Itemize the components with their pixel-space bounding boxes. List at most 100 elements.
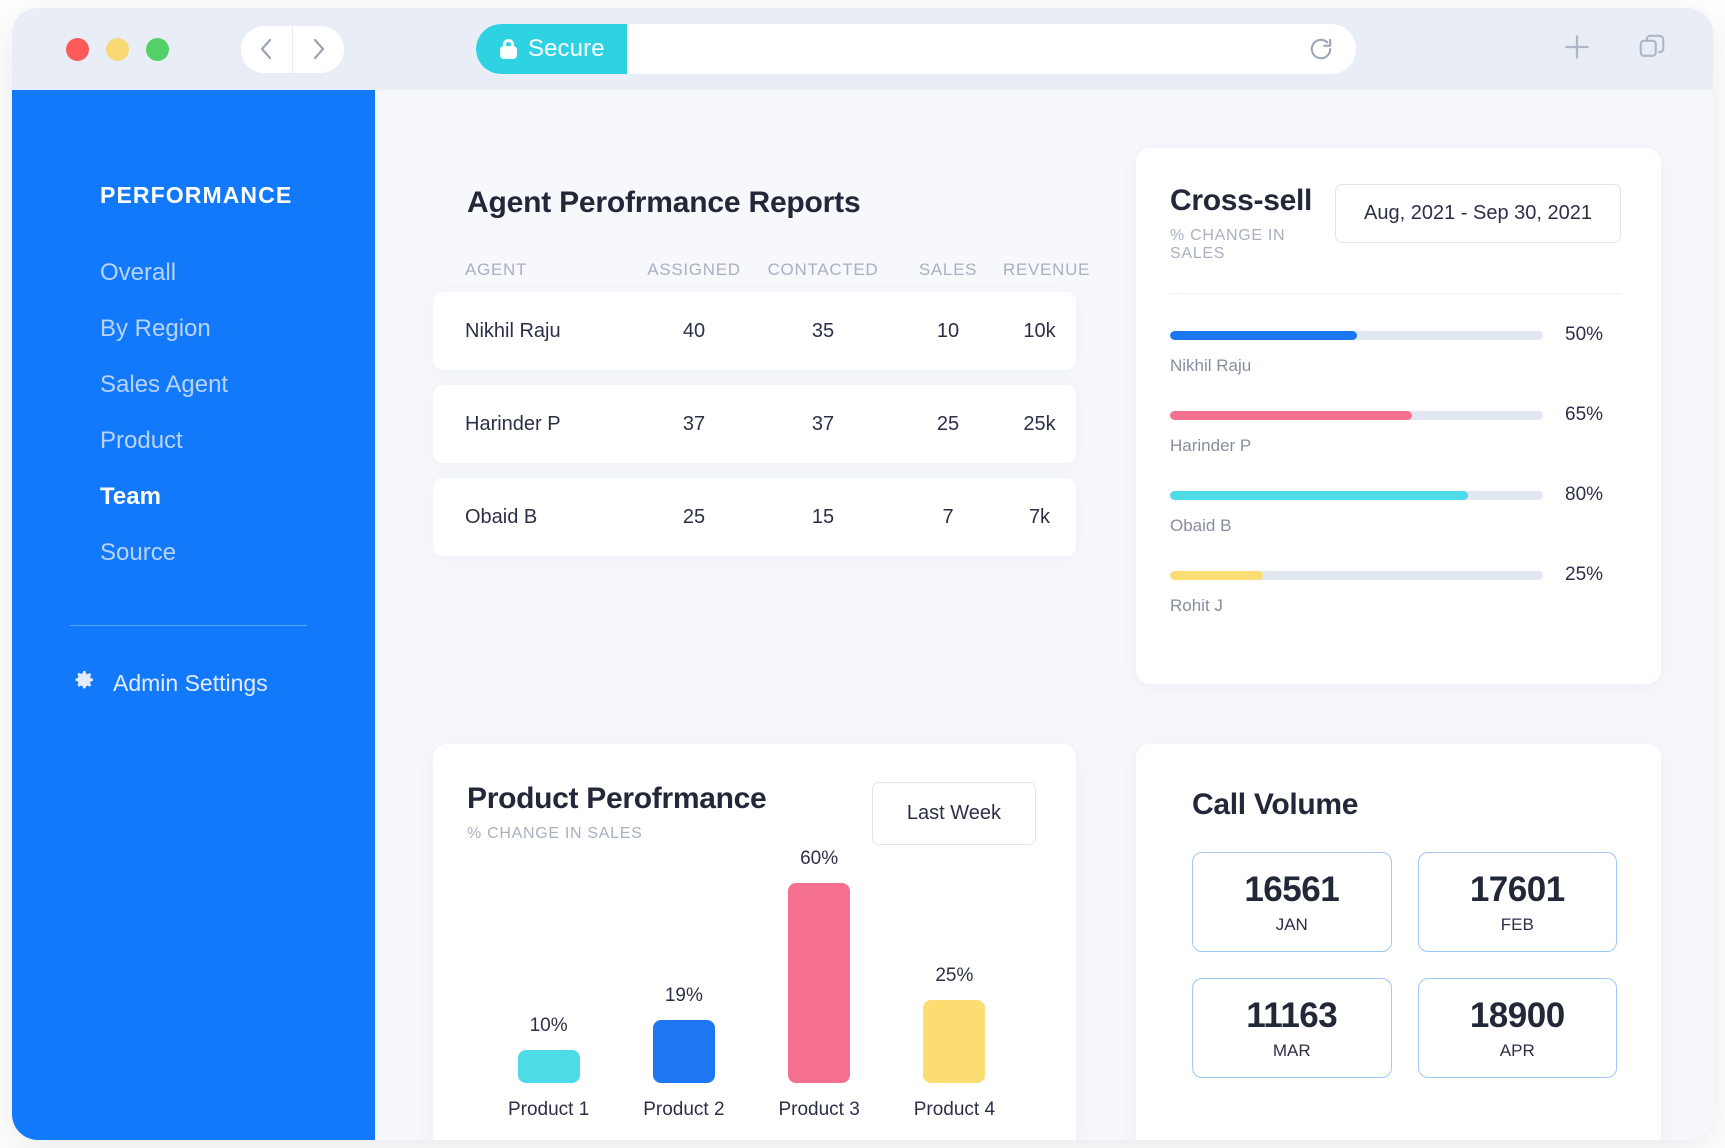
cell-sales: 7 — [942, 505, 954, 528]
progress-row-obaid-b: 80% Obaid B — [1170, 484, 1621, 536]
progress-track — [1170, 570, 1543, 580]
product-performance-card: Product Perofrmance % CHANGE IN SALES La… — [433, 744, 1076, 1140]
cross-sell-title: Cross-sell — [1170, 184, 1313, 217]
minimize-window-button[interactable] — [106, 37, 129, 61]
chevron-right-icon — [311, 37, 326, 61]
cross-sell-subtitle: % CHANGE IN SALES — [1170, 227, 1286, 262]
progress-percent: 50% — [1565, 324, 1604, 345]
progress-label: Nikhil Raju — [1170, 356, 1252, 375]
call-volume-value: 18900 — [1469, 995, 1565, 1035]
sidebar-item-admin-settings[interactable]: Admin Settings — [12, 626, 375, 698]
address-bar[interactable]: Secure — [476, 24, 1356, 74]
close-window-button[interactable] — [66, 37, 89, 61]
progress-label: Rohit J — [1170, 596, 1223, 615]
bar-group-product-2: 19% Product 2 — [643, 985, 724, 1121]
column-header-sales: SALES — [918, 260, 978, 279]
cell-contacted: 15 — [811, 505, 835, 528]
agent-reports-panel: Agent Perofrmance Reports AGENT ASSIGNED… — [433, 148, 1089, 684]
call-volume-cell-mar[interactable]: 11163 MAR — [1192, 978, 1392, 1078]
forward-button[interactable] — [293, 26, 344, 73]
column-header-assigned: ASSIGNED — [647, 260, 741, 279]
bar-rect — [652, 1019, 715, 1083]
bar-value-label: 19% — [664, 984, 703, 1006]
reload-icon[interactable] — [1308, 36, 1334, 62]
progress-track — [1170, 490, 1543, 500]
last-week-button[interactable]: Last Week — [871, 782, 1036, 845]
window-traffic-lights — [66, 37, 169, 61]
table-row[interactable]: Harinder P 37 37 25 25k — [433, 385, 1076, 463]
call-volume-month: FEB — [1500, 914, 1534, 934]
bar-rect — [517, 1049, 580, 1083]
bar-value-label: 60% — [800, 848, 839, 869]
progress-fill — [1170, 570, 1264, 580]
table-row[interactable]: Obaid B 25 15 7 7k — [433, 478, 1076, 556]
date-range-selector[interactable]: Aug, 2021 - Sep 30, 2021 — [1335, 184, 1621, 243]
back-button[interactable] — [241, 25, 293, 73]
sidebar-item-product[interactable]: Product — [12, 413, 375, 469]
call-volume-month: MAR — [1272, 1040, 1311, 1060]
product-performance-title: Product Perofrmance — [467, 782, 767, 815]
sidebar-item-sales-agent[interactable]: Sales Agent — [12, 357, 375, 413]
progress-track — [1170, 410, 1543, 420]
browser-toolbar: Secure — [12, 8, 1713, 90]
bar-value-label: 10% — [529, 1014, 568, 1036]
progress-fill — [1170, 330, 1357, 340]
sidebar-item-overall[interactable]: Overall — [12, 245, 375, 301]
bar-category-label: Product 1 — [507, 1099, 590, 1120]
progress-row-harinder-p: 65% Harinder P — [1170, 404, 1621, 456]
bar-group-product-1: 10% Product 1 — [508, 1015, 589, 1121]
sidebar-item-team[interactable]: Team — [12, 469, 375, 525]
bar-category-label: Product 2 — [643, 1099, 725, 1120]
toolbar-right-actions — [1561, 31, 1667, 68]
progress-row-nikhil-raju: 50% Nikhil Raju — [1170, 324, 1621, 376]
browser-window: Secure PERFORMANCE Overall By Region Sal… — [12, 8, 1713, 1140]
progress-track — [1170, 330, 1543, 340]
sidebar-item-by-region[interactable]: By Region — [12, 301, 375, 357]
plus-icon[interactable] — [1561, 31, 1593, 68]
call-volume-month: JAN — [1275, 914, 1308, 934]
navigation-buttons — [241, 25, 344, 73]
cell-contacted: 35 — [811, 319, 835, 342]
agent-reports-table-header: AGENT ASSIGNED CONTACTED SALES REVENUE — [465, 260, 1089, 280]
column-header-agent: AGENT — [465, 260, 528, 279]
bar-category-label: Product 3 — [778, 1099, 860, 1120]
progress-label: Obaid B — [1170, 516, 1232, 535]
lock-icon — [500, 39, 517, 59]
progress-fill — [1170, 490, 1469, 500]
progress-label: Harinder P — [1170, 436, 1252, 455]
secure-badge: Secure — [476, 24, 627, 74]
call-volume-grid: 16561 JAN 17601 FEB 11163 MAR 18900 APR — [1192, 852, 1617, 1078]
chevron-left-icon — [259, 37, 274, 61]
secure-label: Secure — [528, 35, 605, 62]
call-volume-cell-feb[interactable]: 17601 FEB — [1417, 852, 1617, 952]
gear-icon — [72, 668, 96, 698]
call-volume-cell-jan[interactable]: 16561 JAN — [1192, 852, 1392, 952]
bar-group-product-3: 60% Product 3 — [778, 848, 859, 1121]
progress-percent: 25% — [1565, 564, 1604, 585]
cross-sell-divider — [1170, 293, 1621, 294]
call-volume-value: 17601 — [1469, 869, 1565, 909]
cell-sales: 25 — [936, 412, 960, 435]
progress-row-rohit-j: 25% Rohit J — [1170, 564, 1621, 616]
cell-revenue: 25k — [1023, 412, 1056, 435]
call-volume-cell-apr[interactable]: 18900 APR — [1417, 978, 1617, 1078]
admin-settings-label: Admin Settings — [113, 669, 268, 696]
cell-contacted: 37 — [811, 412, 835, 435]
call-volume-card: Call Volume 16561 JAN 17601 FEB 11163 MA… — [1136, 744, 1661, 1140]
column-header-contacted: CONTACTED — [767, 260, 879, 279]
cell-sales: 10 — [936, 319, 960, 342]
cell-assigned: 37 — [682, 412, 706, 435]
maximize-window-button[interactable] — [146, 37, 169, 61]
agent-reports-title: Agent Perofrmance Reports — [467, 186, 861, 219]
cross-sell-card: Cross-sell % CHANGE IN SALES Aug, 2021 -… — [1136, 148, 1661, 684]
table-row[interactable]: Nikhil Raju 40 35 10 10k — [433, 292, 1076, 370]
cell-agent: Nikhil Raju — [465, 319, 561, 342]
sidebar-item-source[interactable]: Source — [12, 525, 375, 581]
cell-assigned: 40 — [682, 319, 706, 342]
call-volume-value: 16561 — [1244, 869, 1340, 909]
bar-rect — [788, 883, 851, 1083]
cell-assigned: 25 — [682, 505, 706, 528]
copy-tabs-icon[interactable] — [1637, 32, 1667, 67]
bar-value-label: 25% — [935, 964, 974, 986]
call-volume-title: Call Volume — [1192, 788, 1359, 821]
